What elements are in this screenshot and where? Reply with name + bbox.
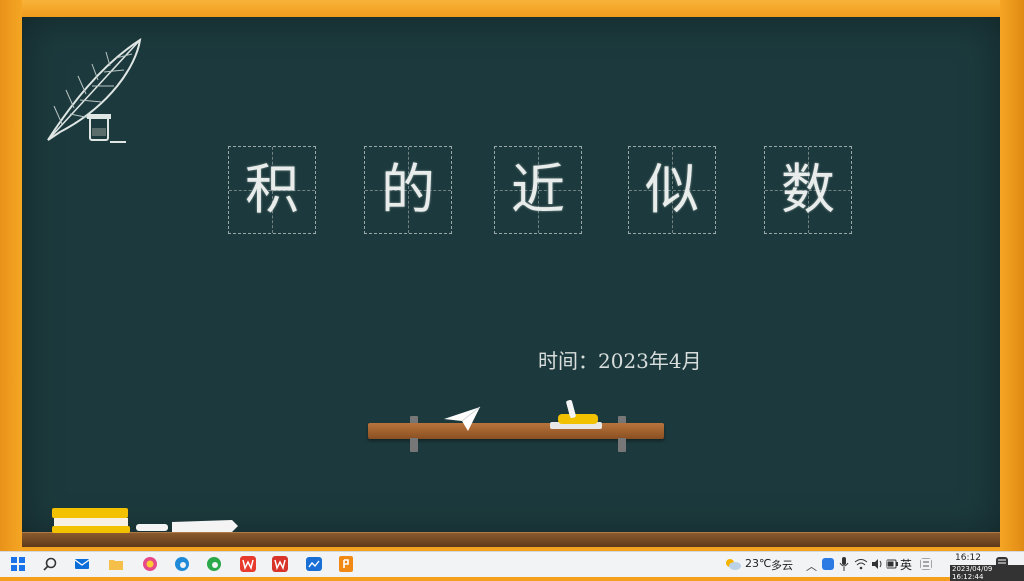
file-explorer-icon[interactable] [108, 556, 124, 572]
title-char-box: 的 [364, 146, 452, 234]
title-char-box: 似 [628, 146, 716, 234]
chalkboard [22, 17, 1000, 537]
edge-dev-icon[interactable] [206, 556, 222, 572]
chalk-pieces-icon [136, 520, 238, 532]
books-icon [52, 508, 130, 533]
weather-cloud-icon[interactable] [724, 557, 742, 571]
title-char: 似 [645, 158, 699, 221]
recording-timestamp: 2023/04/09 16:12:44 [950, 565, 1024, 581]
paper-plane-icon [444, 406, 481, 431]
shelf-bracket [410, 438, 418, 452]
keyboard-layout-icon[interactable] [920, 558, 932, 570]
battery-icon[interactable] [886, 559, 898, 569]
wps-icon[interactable] [240, 556, 256, 572]
feather-quill-icon [47, 37, 142, 143]
wps-writer-icon[interactable] [272, 556, 288, 572]
weather-temperature[interactable]: 23℃ [745, 557, 771, 570]
title-char-box: 近 [494, 146, 582, 234]
volume-icon[interactable] [871, 558, 883, 570]
search-icon[interactable] [42, 556, 58, 572]
shelf-bracket [618, 438, 626, 452]
chalk-holder-icon [550, 399, 602, 429]
title-char: 数 [781, 158, 835, 221]
color-app-icon[interactable] [142, 556, 158, 572]
tray-app-icon[interactable] [822, 558, 834, 570]
notification-icon[interactable] [996, 557, 1008, 569]
wifi-icon[interactable] [854, 558, 868, 570]
chalk-ledge [22, 532, 1000, 547]
chevron-up-icon[interactable]: ︿ [806, 558, 817, 574]
title-char-box: 数 [764, 146, 852, 234]
frame-left [0, 0, 22, 551]
weather-description[interactable]: 多云 [771, 557, 793, 573]
frame-top [0, 0, 1024, 17]
taskbar: 23℃ 多云 ︿ 英 16:12 2023/04/09 16:12:44 [0, 551, 1024, 581]
start-icon[interactable] [10, 556, 26, 572]
title-char-box: 积 [228, 146, 316, 234]
clock-time[interactable]: 16:12 [955, 553, 981, 563]
title-char: 近 [511, 158, 565, 221]
microphone-icon[interactable] [839, 557, 849, 571]
ppt-icon[interactable] [338, 556, 354, 572]
mail-icon[interactable] [74, 556, 90, 572]
input-method-indicator[interactable]: 英 [900, 556, 912, 573]
title-char: 积 [245, 158, 299, 221]
wooden-shelf [368, 423, 664, 439]
media-icon[interactable] [306, 556, 322, 572]
frame-right [1000, 0, 1024, 551]
title-char: 的 [381, 158, 435, 221]
slide-date: 时间：2023年4月 [538, 349, 702, 373]
edge-icon[interactable] [174, 556, 190, 572]
